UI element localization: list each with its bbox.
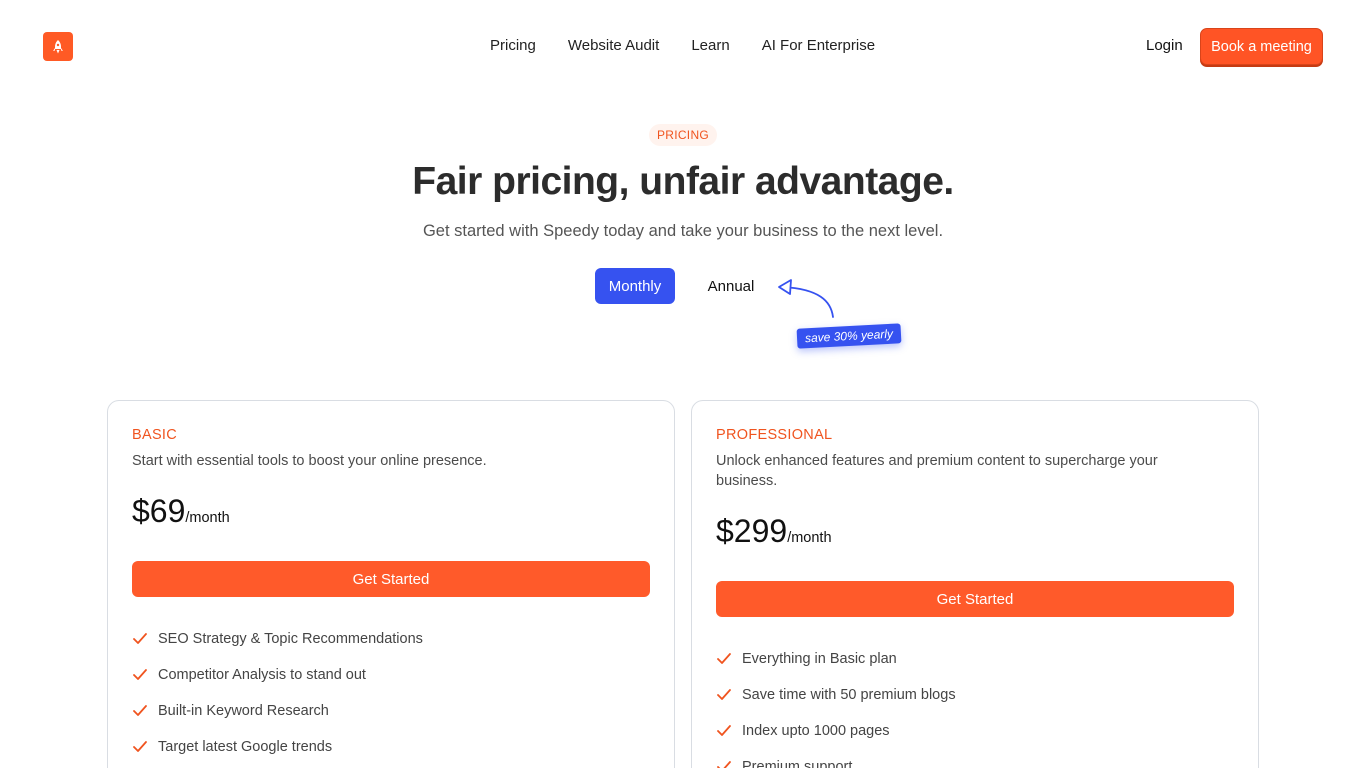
feature-item: Target latest Google trends	[132, 729, 423, 765]
feature-text: Index upto 1000 pages	[742, 723, 890, 739]
book-meeting-button[interactable]: Book a meeting	[1200, 28, 1323, 65]
feature-item: Index upto 1000 pages	[716, 713, 956, 749]
save-yearly-tag: save 30% yearly	[796, 323, 902, 349]
get-started-button[interactable]: Get Started	[132, 561, 650, 597]
get-started-button[interactable]: Get Started	[716, 581, 1234, 617]
feature-item: SEO Strategy & Topic Recommendations	[132, 621, 423, 657]
feature-list: Everything in Basic plan Save time with …	[716, 641, 956, 768]
check-icon	[716, 651, 732, 667]
check-icon	[132, 703, 148, 719]
billing-toggle-monthly[interactable]: Monthly	[595, 268, 675, 304]
feature-text: Save time with 50 premium blogs	[742, 687, 956, 703]
feature-list: SEO Strategy & Topic Recommendations Com…	[132, 621, 423, 765]
page-subtitle: Get started with Speedy today and take y…	[422, 222, 944, 240]
price-period: /month	[185, 510, 230, 526]
feature-text: Competitor Analysis to stand out	[158, 667, 366, 683]
logo[interactable]	[43, 32, 73, 61]
feature-text: Built-in Keyword Research	[158, 703, 329, 719]
check-icon	[716, 759, 732, 768]
check-icon	[132, 631, 148, 647]
nav-links: Pricing Website Audit Learn AI For Enter…	[490, 37, 875, 54]
plan-description: Unlock enhanced features and premium con…	[716, 453, 1158, 489]
feature-item: Premium support	[716, 749, 956, 768]
plan-price: $69/month	[132, 493, 230, 530]
check-icon	[716, 723, 732, 739]
rocket-icon	[53, 39, 63, 53]
login-link[interactable]: Login	[1146, 37, 1183, 54]
check-icon	[132, 667, 148, 683]
plan-description: Start with essential tools to boost your…	[132, 453, 487, 469]
plan-name: PROFESSIONAL	[716, 427, 833, 443]
nav-link-learn[interactable]: Learn	[691, 37, 729, 54]
feature-text: SEO Strategy & Topic Recommendations	[158, 631, 423, 647]
top-navbar: Pricing Website Audit Learn AI For Enter…	[0, 0, 1366, 92]
nav-link-ai-for-enterprise[interactable]: AI For Enterprise	[762, 37, 875, 54]
plan-card-professional: PROFESSIONAL Unlock enhanced features an…	[691, 400, 1259, 768]
price-period: /month	[787, 530, 832, 546]
feature-item: Save time with 50 premium blogs	[716, 677, 956, 713]
curved-arrow-icon	[778, 279, 834, 318]
check-icon	[716, 687, 732, 703]
feature-text: Premium support	[742, 759, 853, 768]
price-amount: $69	[132, 493, 186, 529]
plan-price: $299/month	[716, 513, 832, 550]
section-badge: PRICING	[649, 124, 717, 146]
feature-item: Built-in Keyword Research	[132, 693, 423, 729]
page-title: Fair pricing, unfair advantage.	[412, 160, 954, 203]
check-icon	[132, 739, 148, 755]
feature-text: Target latest Google trends	[158, 739, 333, 755]
billing-toggle-annual[interactable]: Annual	[694, 268, 768, 304]
feature-item: Competitor Analysis to stand out	[132, 657, 423, 693]
nav-link-pricing[interactable]: Pricing	[490, 37, 536, 54]
price-amount: $299	[716, 513, 788, 549]
plan-card-basic: BASIC Start with essential tools to boos…	[107, 400, 675, 768]
plan-name: BASIC	[132, 427, 178, 443]
feature-text: Everything in Basic plan	[742, 651, 897, 667]
feature-item: Everything in Basic plan	[716, 641, 956, 677]
nav-link-website-audit[interactable]: Website Audit	[568, 37, 659, 54]
